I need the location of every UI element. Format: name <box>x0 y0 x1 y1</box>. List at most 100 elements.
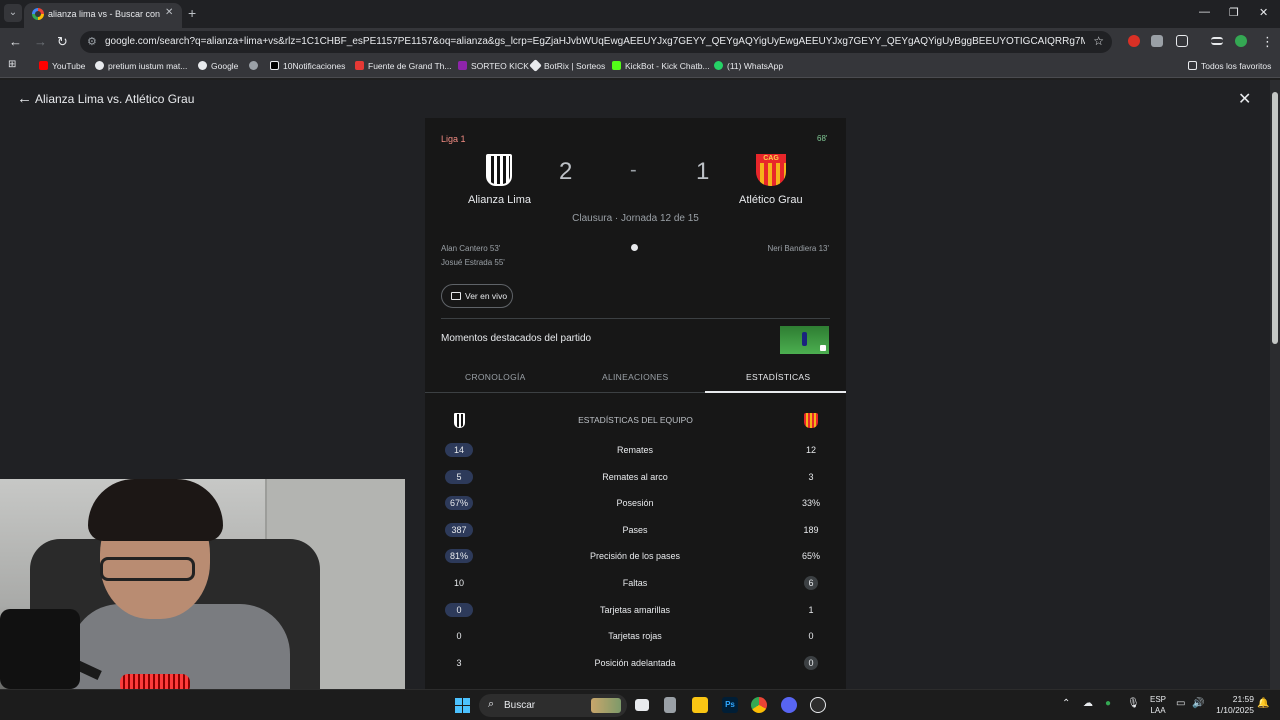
stat-home-value: 0 <box>456 631 462 642</box>
bookmark-label: Todos los favoritos <box>1201 61 1272 71</box>
onedrive-icon[interactable]: ☁ <box>1083 698 1093 709</box>
file-explorer-icon[interactable] <box>692 697 708 713</box>
extensions-puzzle-icon[interactable] <box>1176 35 1188 47</box>
close-icon[interactable]: ✕ <box>1238 89 1251 109</box>
windows-start-icon[interactable] <box>455 698 470 713</box>
media-control-icon[interactable] <box>1211 37 1223 45</box>
bookmark-pretium[interactable]: pretium iustum mat... <box>95 61 187 71</box>
all-bookmarks-folder[interactable]: Todos los favoritos <box>1188 61 1271 71</box>
stat-home-value: 387 <box>445 522 473 537</box>
new-tab-button[interactable]: + <box>188 5 196 21</box>
bookmark-label: (11) WhatsApp <box>727 61 784 71</box>
extension-icon-gray[interactable] <box>1151 35 1163 47</box>
address-bar[interactable]: ⚙ google.com/search?q=alianza+lima+vs&rl… <box>80 31 1112 53</box>
bookmark-kickbot[interactable]: KickBot - Kick Chatb... <box>612 61 710 71</box>
notification-icon[interactable]: 🔔 <box>1257 698 1269 709</box>
discord-icon[interactable] <box>781 697 797 713</box>
bookmark-whatsapp[interactable]: (11) WhatsApp <box>714 61 783 71</box>
tab-search-button[interactable]: ⌄ <box>4 4 22 22</box>
bookmark-botrix[interactable]: BotRix | Sorteos <box>529 59 605 72</box>
bookmark-youtube[interactable]: YouTube <box>39 61 85 71</box>
bookmark-fuente-grand[interactable]: Fuente de Grand Th... <box>355 61 451 71</box>
stat-name: Remates al arco <box>602 471 668 482</box>
task-view-icon[interactable] <box>635 699 649 711</box>
taskbar-search[interactable]: ⌕ Buscar <box>479 694 627 717</box>
forward-button[interactable]: → <box>34 34 47 49</box>
stat-name: Faltas <box>622 578 648 588</box>
away-team-name[interactable]: Atlético Grau <box>739 194 803 206</box>
tab-strip: ⌄ alianza lima vs - Buscar con Google ✕ … <box>0 0 1280 28</box>
browser-toolbar: ← → ↻ ⚙ google.com/search?q=alianza+lima… <box>0 28 1280 56</box>
windows-taskbar: ⌕ Buscar Ps ⌃ ☁ ● 🎙 ESP LAA ▭ 🔊 21:59 1/… <box>0 689 1280 720</box>
tray-app-icon[interactable]: ● <box>1105 698 1111 709</box>
back-arrow-icon[interactable]: ← <box>17 90 32 107</box>
bookmark-star-icon[interactable]: ☆ <box>1093 34 1104 48</box>
restore-button[interactable]: ❐ <box>1229 6 1239 19</box>
reload-button[interactable]: ↻ <box>57 34 68 50</box>
stat-away-value: 189 <box>803 524 819 535</box>
stat-away-value: 1 <box>808 604 814 615</box>
atletico-grau-crest-icon[interactable]: CAG <box>756 154 786 186</box>
tab-estadisticas[interactable]: ESTADÍSTICAS <box>746 372 810 382</box>
stat-home-value: 3 <box>456 657 462 668</box>
language-indicator[interactable]: ESP LAA <box>1147 694 1169 716</box>
home-team-name[interactable]: Alianza Lima <box>468 194 531 206</box>
match-card: Liga 1 68' CAG Alianza Lima Atlético Gra… <box>425 118 846 689</box>
keyboard-layout: LAA <box>1150 706 1166 715</box>
volume-icon[interactable]: 🔊 <box>1192 698 1204 709</box>
apps-grid-icon[interactable]: ⊞ <box>8 59 16 70</box>
tab-cronologia[interactable]: CRONOLOGÍA <box>465 372 526 382</box>
obs-icon[interactable] <box>810 697 826 713</box>
league-label[interactable]: Liga 1 <box>441 134 466 144</box>
scrollbar-thumb[interactable] <box>1272 92 1278 344</box>
play-icon <box>820 345 826 351</box>
tab-close-icon[interactable]: ✕ <box>165 7 173 18</box>
stat-row: 387 Pases 189 <box>425 521 846 539</box>
botrix-icon <box>529 59 542 72</box>
photoshop-icon[interactable]: Ps <box>722 697 738 713</box>
soccer-ball-icon <box>631 244 638 251</box>
bookmark-10notificaciones[interactable]: 10Notificaciones <box>270 61 345 71</box>
extension-icon-red[interactable] <box>1128 35 1140 47</box>
stats-header-label: ESTADÍSTICAS DEL EQUIPO <box>578 415 693 425</box>
highlights-thumbnail[interactable] <box>780 326 829 354</box>
minimize-button[interactable]: — <box>1199 6 1210 18</box>
score-separator: - <box>630 159 637 181</box>
tab-alineaciones[interactable]: ALINEACIONES <box>602 372 668 382</box>
stat-home-value: 5 <box>445 469 473 484</box>
stat-away-value: 0 <box>808 631 814 642</box>
scrollbar[interactable] <box>1270 80 1280 689</box>
profile-avatar[interactable] <box>1235 35 1247 47</box>
site-info-icon[interactable]: ⚙ <box>87 35 97 48</box>
home-score: 2 <box>559 158 573 185</box>
network-icon[interactable]: ▭ <box>1176 698 1185 709</box>
stat-name: Pases <box>622 524 648 535</box>
active-tab-indicator <box>705 391 846 393</box>
alianza-lima-crest-icon[interactable] <box>486 154 512 186</box>
stat-name: Remates <box>616 445 653 455</box>
tray-chevron-icon[interactable]: ⌃ <box>1062 698 1070 709</box>
bookmark-sorteo-kick[interactable]: SORTEO KICK <box>458 61 529 71</box>
clock-date: 1/10/2025 <box>1216 705 1254 715</box>
highlights-label[interactable]: Momentos destacados del partido <box>441 333 591 344</box>
app-icon[interactable] <box>664 697 676 713</box>
stat-away-value: 33% <box>801 498 820 509</box>
microphone-tray-icon[interactable]: 🎙 <box>1127 698 1140 709</box>
home-scorer: Josué Estrada 55' <box>441 258 505 267</box>
stat-away-value: 3 <box>808 471 814 482</box>
x-icon <box>270 61 279 70</box>
stat-row: 0 Tarjetas rojas 0 <box>425 627 846 645</box>
back-button[interactable]: ← <box>9 34 22 49</box>
stat-name: Precisión de los pases <box>589 551 681 562</box>
chrome-icon[interactable] <box>751 697 767 713</box>
clock[interactable]: 21:59 1/10/2025 <box>1208 694 1254 716</box>
stat-name: Posición adelantada <box>594 657 676 668</box>
menu-kebab-icon[interactable]: ⋮ <box>1261 34 1274 50</box>
browser-tab[interactable]: alianza lima vs - Buscar con Google ✕ <box>24 3 182 28</box>
stat-away-value: 0 <box>804 655 818 670</box>
close-window-button[interactable]: ✕ <box>1259 6 1268 19</box>
stat-row: 67% Posesión 33% <box>425 494 846 512</box>
bookmark-globe[interactable] <box>249 61 262 71</box>
watch-live-button[interactable]: Ver en vivo <box>441 284 513 308</box>
bookmark-google[interactable]: Google <box>198 61 238 71</box>
